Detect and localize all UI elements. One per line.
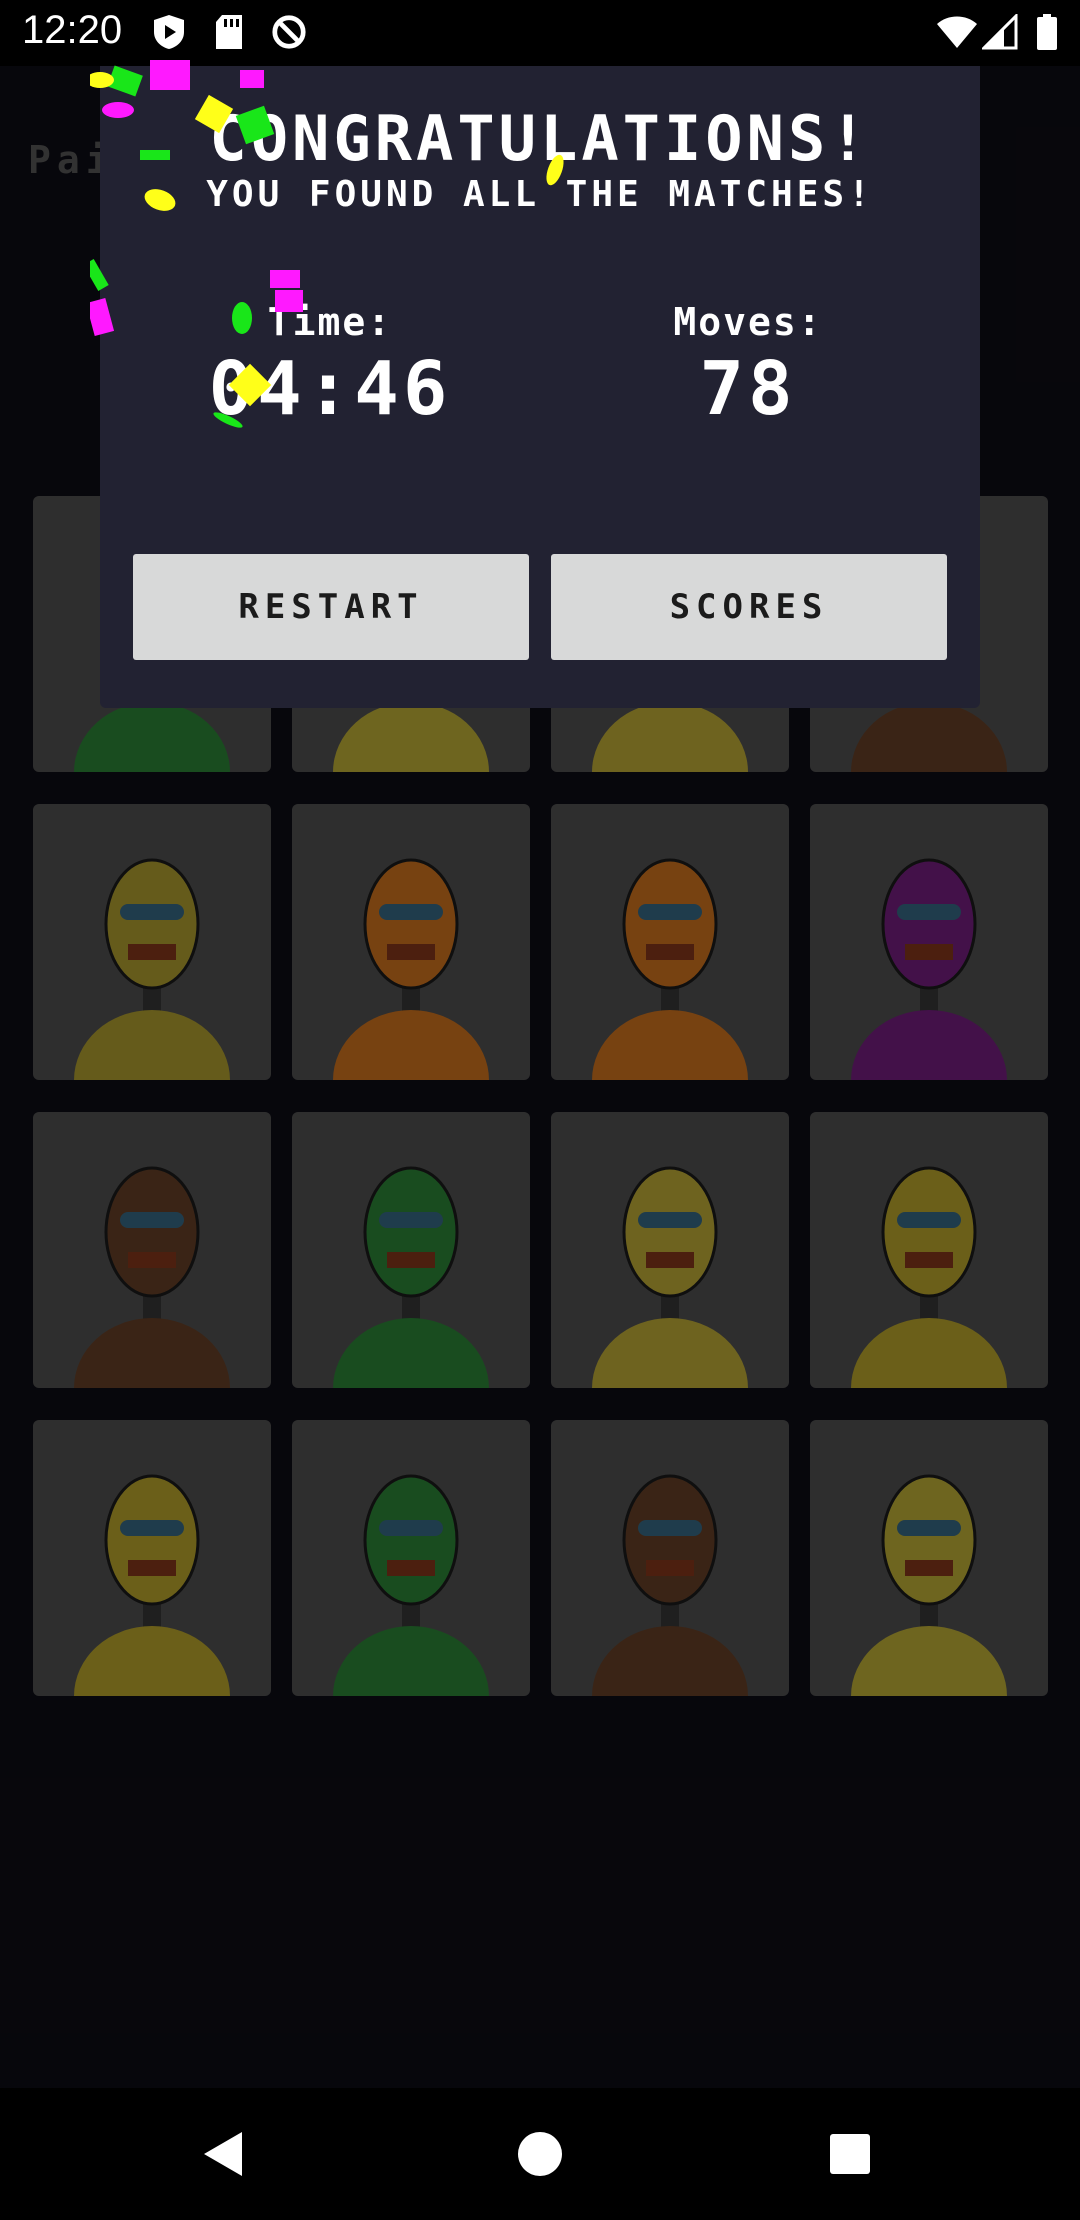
back-icon[interactable] — [196, 2124, 256, 2184]
navigation-bar — [0, 2088, 1080, 2220]
scores-button[interactable]: SCORES — [551, 554, 947, 660]
confetti-decoration — [90, 60, 303, 428]
shield-play-icon — [154, 15, 184, 49]
signal-icon — [982, 14, 1018, 50]
moves-label: Moves: — [673, 300, 823, 344]
status-bar: 12:20 — [0, 0, 1080, 66]
wifi-icon — [937, 16, 977, 48]
battery-icon — [1037, 14, 1057, 50]
moves-value: 78 — [699, 346, 797, 432]
sync-icon — [272, 15, 306, 49]
home-icon[interactable] — [510, 2124, 570, 2184]
restart-button[interactable]: RESTART — [133, 554, 529, 660]
recents-icon[interactable] — [820, 2124, 880, 2184]
sd-card-icon — [216, 15, 242, 49]
status-time: 12:20 — [22, 8, 123, 52]
confetti-piece — [546, 154, 564, 186]
